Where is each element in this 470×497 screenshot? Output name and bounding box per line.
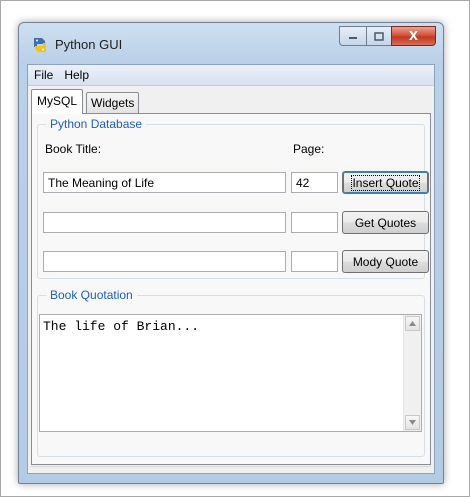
tab-widgets[interactable]: Widgets [86,92,140,113]
title-bar[interactable]: Python GUI X [19,23,443,63]
quotation-group: Book Quotation The life of Brian... [37,288,425,457]
database-group-title: Python Database [46,117,147,131]
window-title: Python GUI [55,37,123,52]
client-area: File Help MySQL Widgets Python Database … [27,64,435,474]
app-window: Python GUI X File Help MySQL Widgets Pyt… [18,22,444,484]
bottom-separator [31,466,431,469]
get-quotes-label: Get Quotes [354,215,417,230]
insert-quote-button[interactable]: Insert Quote [342,171,429,194]
scroll-up-button[interactable] [405,316,420,331]
menu-help[interactable]: Help [59,68,94,82]
insert-quote-label: Insert Quote [351,174,420,191]
page-label: Page: [293,142,325,156]
modify-quote-button[interactable]: Mody Quote [342,250,429,273]
book-title-label: Book Title: [45,142,102,156]
book-title-input-3[interactable] [43,251,286,272]
modify-quote-label: Mody Quote [352,254,419,269]
tab-panel-mysql: Python Database Book Title: Page: Insert… [31,113,431,465]
quotation-scrollbar[interactable] [403,315,421,431]
quotation-text: The life of Brian... [43,319,200,334]
maximize-icon [374,31,384,41]
get-quotes-button[interactable]: Get Quotes [342,211,429,234]
close-button[interactable]: X [391,26,436,46]
page-input-3[interactable] [291,251,338,272]
minimize-icon [349,37,357,39]
menu-bar: File Help [28,65,434,86]
minimize-button[interactable] [339,26,366,46]
menu-file[interactable]: File [29,68,58,82]
close-icon: X [408,29,419,43]
python-icon [34,38,46,52]
maximize-button[interactable] [366,26,391,46]
scroll-down-icon [409,420,416,425]
page-input-2[interactable] [291,212,338,233]
book-title-input-1[interactable] [43,172,286,193]
scroll-up-icon [409,321,416,326]
scroll-down-button[interactable] [405,415,420,430]
book-title-input-2[interactable] [43,212,286,233]
tab-mysql[interactable]: MySQL [31,89,84,114]
database-group: Python Database Book Title: Page: Insert… [37,117,429,279]
quotation-textarea[interactable]: The life of Brian... [39,314,422,432]
window-controls: X [339,26,436,46]
quotation-group-title: Book Quotation [46,288,137,302]
page-input-1[interactable] [291,172,338,193]
